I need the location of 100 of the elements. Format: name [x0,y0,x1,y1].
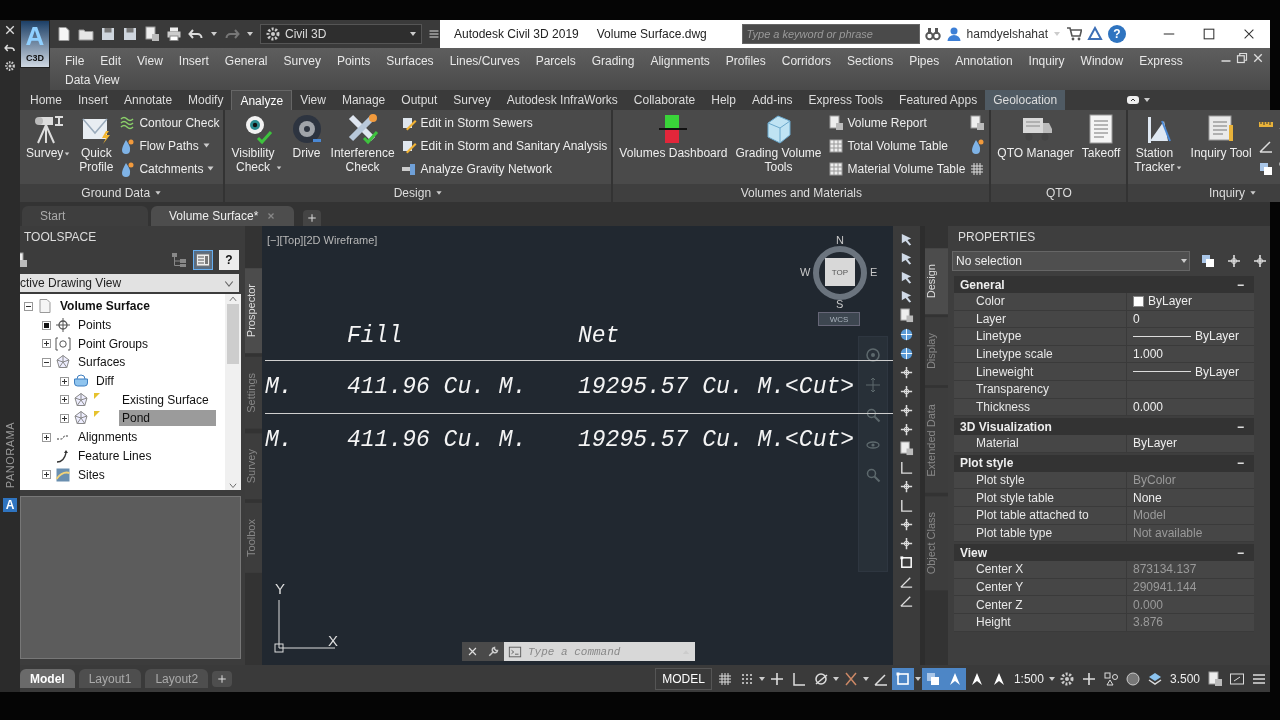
ribbon-button[interactable]: Edit in Storm Sewers [400,113,608,132]
plus-icon[interactable] [1080,670,1097,687]
close-icon[interactable] [1252,52,1264,64]
menu-item[interactable]: Points [329,53,378,68]
pointer-icon[interactable] [899,251,914,266]
user-name[interactable]: hamdyelshahat [966,27,1048,41]
new-tab-button[interactable] [303,210,322,226]
globe-icon[interactable] [899,346,914,361]
gear-icon[interactable] [4,60,16,72]
document-tab[interactable]: Volume Surface* [151,206,295,226]
ribbon-tab[interactable]: Annotate [116,90,181,110]
close-icon[interactable] [4,24,16,36]
tree-item[interactable]: Sites [75,466,108,483]
ribbon-button[interactable]: Interference Check [328,113,397,184]
panel-title[interactable]: Design [393,186,432,200]
side-tab[interactable]: Prospector [245,268,262,354]
collapse-toggle[interactable]: − [1237,545,1244,560]
section-header[interactable]: Plot style [960,456,1014,471]
property-value[interactable]: ByLayer [1195,364,1240,379]
close-icon[interactable] [466,646,478,657]
close-icon[interactable] [1242,27,1256,41]
tree-item[interactable]: Alignments [75,429,141,446]
menu-item[interactable]: Insert [171,53,216,68]
ribbon-button[interactable]: Edit in Storm and Sanitary Analysis [400,136,608,155]
droplet-icon[interactable] [969,137,986,154]
menu-item[interactable]: View [130,53,170,68]
ribbon-tab[interactable]: Output [393,90,446,110]
circle-icon[interactable] [1124,670,1141,687]
expand-toggle[interactable] [60,395,69,405]
tree-item[interactable]: Surfaces [75,354,129,371]
crosshair-icon[interactable] [899,536,914,551]
ribbon-tab[interactable]: Manage [333,90,394,110]
ribbon-button[interactable]: Flow Paths [119,136,220,155]
menu-item[interactable]: Annotation [948,53,1020,68]
crosshair-icon[interactable] [899,403,914,418]
tree-item[interactable]: Volume Surface [57,298,153,315]
ribbon-button[interactable]: Survey [24,113,74,184]
ribbon-button[interactable]: Contour Check [119,113,220,132]
property-value[interactable]: 1.000 [1133,347,1164,362]
magnifier-icon[interactable] [865,407,881,423]
snap-box-icon[interactable] [899,555,914,570]
collapse-toggle[interactable] [24,301,33,311]
new-layout-button[interactable] [212,670,233,687]
property-value[interactable]: 0 [1133,311,1140,326]
menu-item[interactable]: Survey [276,53,328,68]
report-icon[interactable] [1207,670,1223,687]
collapse-toggle[interactable]: − [1237,277,1244,292]
scrollbar[interactable] [225,294,241,490]
stacked-sheets-icon[interactable] [1257,160,1274,177]
menu-item[interactable]: Pipes [902,53,947,68]
status-toggle[interactable] [921,667,944,690]
ribbon-button[interactable]: Inquiry Tool [1188,113,1254,184]
selection-dropdown[interactable]: No selection [952,251,1190,271]
ribbon-tab[interactable]: Add-ins [743,90,801,110]
ribbon-button[interactable]: Volumes Dashboard [617,113,730,184]
wrench-icon[interactable] [487,645,500,658]
corner-icon[interactable] [899,460,914,475]
tree-icon[interactable] [171,252,187,268]
cart-icon[interactable] [1066,26,1082,42]
collapse-toggle[interactable]: − [1237,419,1244,434]
property-value[interactable]: 0.000 [1133,399,1164,414]
ribbon-tab[interactable]: Collaborate [625,90,704,110]
new-page-icon[interactable] [56,26,72,42]
search-field[interactable]: Type a keyword or phrase [741,24,920,44]
ribbon-tab[interactable]: Autodesk InfraWorks [498,90,626,110]
view-cube-face[interactable]: TOP [825,258,855,286]
help-button[interactable]: ? [219,250,239,270]
tree-item[interactable]: Existing Surface [119,391,212,408]
crosshair-icon[interactable] [899,479,914,494]
ribbon-button[interactable]: Catchments [119,159,220,178]
panel-view-button[interactable] [193,250,213,270]
sheet-icon[interactable] [899,308,914,323]
menu-item[interactable]: Inquiry [1021,53,1072,68]
arrow-icon[interactable] [4,42,16,54]
model-space-button[interactable]: MODEL [655,667,712,690]
scroll-thumb[interactable] [227,304,239,364]
report-icon[interactable] [144,26,160,42]
expand-toggle[interactable] [42,339,51,349]
expand-toggle[interactable] [42,470,51,480]
section-header[interactable]: General [960,277,1005,292]
command-input[interactable]: Type a command [526,644,677,659]
collapse-toggle[interactable] [42,357,51,367]
triangle-icon[interactable] [1087,26,1103,42]
tree-item[interactable]: Diff [93,373,117,390]
ribbon-button[interactable]: Grading Volume Tools [733,113,824,184]
ribbon-button[interactable]: Drive [288,113,325,184]
ribbon-button[interactable]: Total Volume Table [827,136,966,155]
crosshair-icon[interactable] [899,422,914,437]
compass-ring[interactable] [812,245,868,301]
ribbon-button[interactable]: Volume Report [827,113,966,132]
pointer-icon[interactable] [899,270,914,285]
crosshair-icon[interactable] [899,365,914,380]
document-tab[interactable]: Start [22,206,148,226]
panel-title[interactable]: QTO [1045,186,1072,200]
ribbon-tab[interactable]: Home [22,90,70,110]
stacked-squares-icon[interactable] [1200,253,1216,269]
tree-item[interactable]: Point Groups [75,335,152,352]
sheet-icon[interactable] [899,441,914,456]
ribbon-button[interactable]: QTO Manager [995,113,1076,184]
ucs-menu[interactable]: WCS [818,312,860,326]
